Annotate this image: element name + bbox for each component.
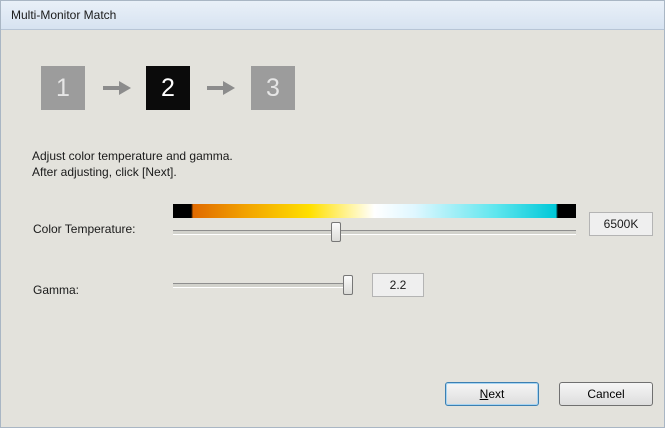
gamma-value: 2.2 [372,273,424,297]
gamma-slider-track[interactable] [173,283,353,288]
title-bar: Multi-Monitor Match [1,1,664,30]
step-3-box: 3 [251,66,295,110]
window-title: Multi-Monitor Match [11,8,117,22]
step-arrow-icon [103,81,131,95]
next-label: ext [488,387,505,401]
color-temperature-slider-thumb[interactable] [331,222,341,242]
instruction-line-2: After adjusting, click [Next]. [32,165,177,179]
step-arrow-icon [207,81,235,95]
instruction-line-1: Adjust color temperature and gamma. [32,149,233,163]
color-temperature-slider-track[interactable] [173,230,576,235]
color-temperature-label: Color Temperature: [33,222,136,236]
step-1-box: 1 [41,66,85,110]
gamma-slider-thumb[interactable] [343,275,353,295]
step-2-box: 2 [146,66,190,110]
dialog-window: Multi-Monitor Match 1 2 3 Adjust color t… [0,0,665,428]
color-temperature-value: 6500K [589,212,653,236]
color-temperature-gradient [173,204,576,218]
next-button[interactable]: Next [445,382,539,406]
gamma-label: Gamma: [33,283,80,297]
cancel-button[interactable]: Cancel [559,382,653,406]
